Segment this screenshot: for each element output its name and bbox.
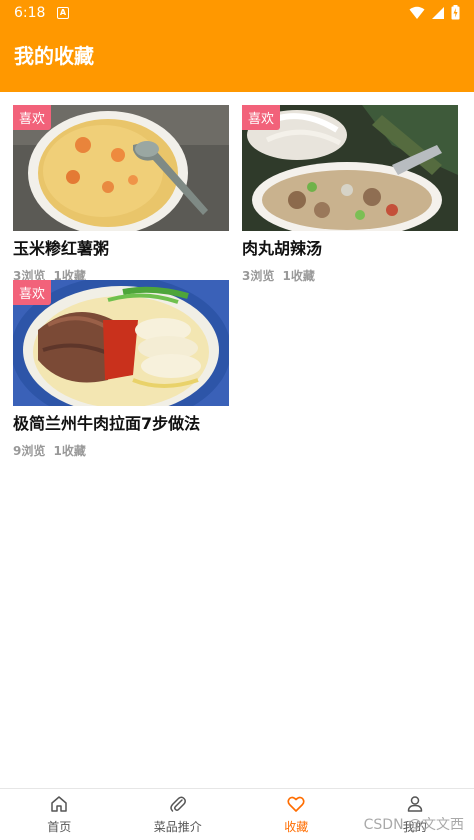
status-indicators [409,5,460,20]
watermark: CSDN @文文西 [363,817,464,833]
dish-image-meatball-spicy-soup[interactable]: 喜欢 [242,105,458,231]
dish-title[interactable]: 肉丸胡辣汤 [242,235,458,259]
nav-recommend[interactable]: 菜品推介 [119,789,238,840]
like-badge: 喜欢 [13,105,52,130]
collect-count: 1收藏 [282,269,315,283]
battery-icon [451,5,460,20]
nav-label: 收藏 [284,820,309,834]
dish-title[interactable]: 极简兰州牛肉拉面7步做法 [13,410,229,434]
dish-stats: 9浏览 1收藏 [13,442,229,459]
paperclip-icon [170,796,186,812]
page-title: 我的收藏 [14,44,94,68]
dish-image-corn-sweet-potato-porridge[interactable]: 喜欢 [13,105,229,231]
wifi-icon [409,6,425,19]
app-header: 6:18 A 我的收藏 [0,0,474,92]
nav-label: 首页 [47,820,72,834]
notification-icon: A [57,7,69,19]
favorite-card[interactable]: 喜欢 极简兰州牛肉拉面7步做法 9浏览 1收藏 [13,280,229,459]
heart-icon [287,796,305,812]
like-badge: 喜欢 [242,105,281,130]
view-count: 9浏览 [13,444,46,458]
dish-stats: 3浏览 1收藏 [242,267,458,284]
nav-favorites[interactable]: 收藏 [237,789,356,840]
like-badge: 喜欢 [13,280,52,305]
nav-home[interactable]: 首页 [0,789,119,840]
dish-image-lanzhou-beef-noodles[interactable]: 喜欢 [13,280,229,406]
favorite-card[interactable]: 喜欢 肉丸胡辣汤 3浏览 1收藏 [242,105,458,284]
collect-count: 1收藏 [53,444,86,458]
dish-title[interactable]: 玉米糁红薯粥 [13,235,229,259]
signal-icon [432,6,444,19]
app-root: 6:18 A 我的收藏 喜欢 玉米糁红薯粥 3浏览 1收藏 喜欢 肉丸胡辣汤 3… [0,0,474,840]
status-bar: 6:18 A [0,0,474,26]
view-count: 3浏览 [242,269,275,283]
favorite-card[interactable]: 喜欢 玉米糁红薯粥 3浏览 1收藏 [13,105,229,284]
home-icon [51,796,67,812]
user-icon [407,796,422,812]
nav-label: 菜品推介 [153,820,202,834]
status-time: 6:18 [14,5,46,21]
